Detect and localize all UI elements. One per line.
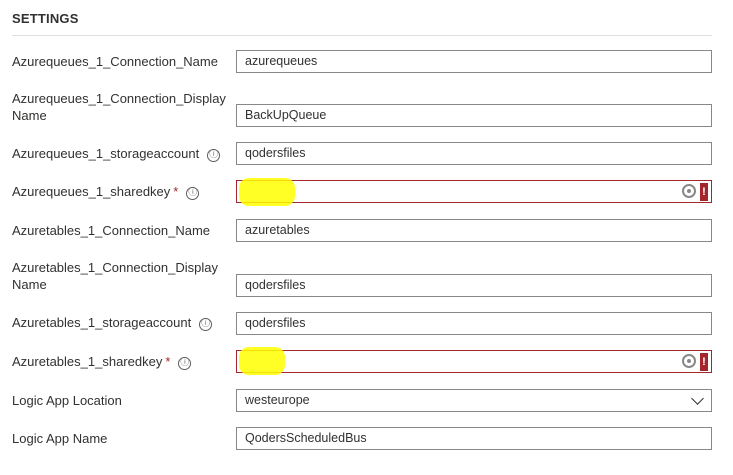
azurequeues-sharedkey-input[interactable]: ! — [236, 178, 712, 206]
required-asterisk: * — [165, 354, 171, 369]
chevron-down-icon — [691, 392, 704, 405]
input-value: qodersfiles — [245, 146, 306, 160]
azurequeues-connection-name-input[interactable]: azurequeues — [236, 50, 712, 73]
key-icon[interactable] — [682, 354, 696, 368]
input-value: azuretables — [245, 223, 310, 237]
label-azurequeues-storageaccount: Azurequeues_1_storageaccount ⓘ — [12, 145, 227, 162]
label-text: Azurequeues_1_storageaccount — [12, 146, 200, 161]
azuretables-connection-name-input[interactable]: azuretables — [236, 219, 712, 242]
label-azuretables-sharedkey: Azuretables_1_sharedkey * ⓘ — [12, 353, 227, 370]
input-value: BackUpQueue — [245, 108, 327, 122]
error-icon: ! — [700, 353, 708, 371]
azurequeues-storageaccount-input[interactable]: qodersfiles — [236, 142, 712, 165]
label-logic-app-location: Logic App Location — [12, 393, 122, 408]
label-logic-app-name: Logic App Name — [12, 431, 108, 446]
label-azuretables-connection-name: Azuretables_1_Connection_Name — [12, 223, 211, 238]
required-asterisk: * — [173, 184, 179, 199]
label-text: Azuretables_1_sharedkey — [12, 354, 163, 369]
label-azurequeues-connection-display-name: Azurequeues_1_Connection_Display Name — [12, 91, 226, 123]
yellow-highlight — [239, 347, 285, 375]
label-text: Azurequeues_1_sharedkey — [12, 184, 171, 199]
input-value: azurequeues — [245, 54, 318, 68]
azuretables-sharedkey-input[interactable]: ! — [236, 347, 712, 375]
input-value: QodersScheduledBus — [245, 431, 367, 445]
label-azuretables-connection-display-name: Azuretables_1_Connection_Display Name — [12, 260, 218, 292]
logic-app-location-select[interactable]: westeurope — [236, 389, 712, 412]
label-azurequeues-connection-name: Azurequeues_1_Connection_Name — [12, 54, 218, 69]
azuretables-storageaccount-input[interactable]: qodersfiles — [236, 312, 712, 335]
key-icon[interactable] — [682, 184, 696, 198]
info-icon[interactable]: ⓘ — [199, 318, 213, 331]
error-icon: ! — [700, 183, 708, 201]
input-value: qodersfiles — [245, 278, 306, 292]
section-title: SETTINGS — [12, 11, 79, 26]
azuretables-connection-display-name-input[interactable]: qodersfiles — [236, 274, 712, 297]
yellow-highlight — [239, 178, 295, 206]
select-value: westeurope — [245, 393, 310, 407]
label-azuretables-storageaccount: Azuretables_1_storageaccount ⓘ — [12, 314, 227, 331]
input-value: qodersfiles — [245, 316, 306, 330]
label-azurequeues-sharedkey: Azurequeues_1_sharedkey * ⓘ — [12, 183, 227, 200]
azurequeues-connection-display-name-input[interactable]: BackUpQueue — [236, 104, 712, 127]
label-text: Azuretables_1_storageaccount — [12, 315, 192, 330]
section-divider — [12, 35, 712, 36]
info-icon[interactable]: ⓘ — [207, 149, 221, 162]
logic-app-name-input[interactable]: QodersScheduledBus — [236, 427, 712, 450]
info-icon[interactable]: ⓘ — [178, 357, 192, 370]
info-icon[interactable]: ⓘ — [186, 187, 200, 200]
